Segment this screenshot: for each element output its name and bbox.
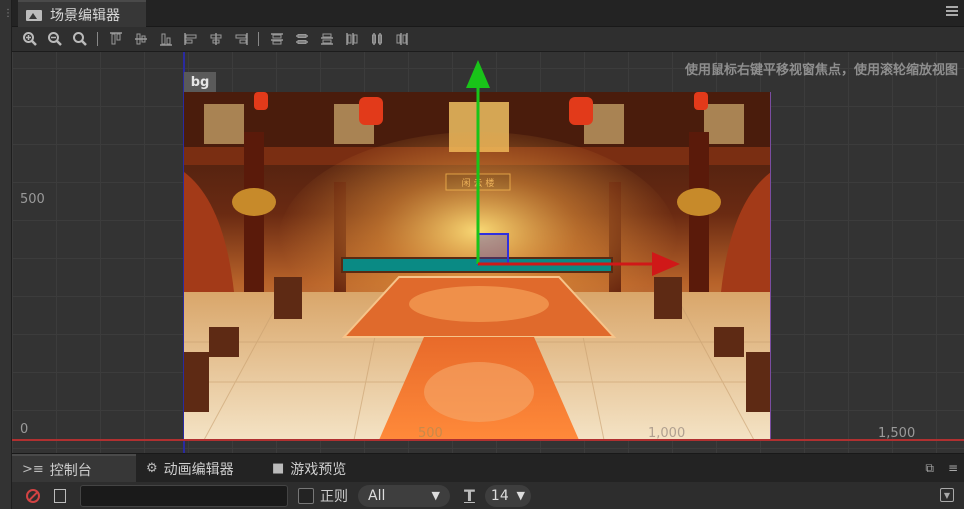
align-top-icon[interactable] xyxy=(106,29,126,49)
x-axis-label-500: 500 xyxy=(418,426,443,441)
align-bottom-icon[interactable] xyxy=(156,29,176,49)
zoom-in-icon[interactable] xyxy=(20,29,40,49)
align-hcenter-icon[interactable] xyxy=(206,29,226,49)
video-camera-icon: ■ xyxy=(272,461,285,476)
clear-console-icon[interactable] xyxy=(26,488,40,503)
font-size-icon: T xyxy=(464,486,475,505)
tab-console[interactable]: >≡ 控制台 xyxy=(12,454,136,483)
tab-game-preview[interactable]: ■ 游戏预览 xyxy=(262,454,356,483)
transform-gizmo[interactable] xyxy=(12,52,964,453)
align-vcenter-icon[interactable] xyxy=(131,29,151,49)
tab-scene-editor-label: 场景编辑器 xyxy=(50,7,120,24)
gizmo-x-arrow xyxy=(652,252,680,276)
distribute-bottom-icon[interactable] xyxy=(317,29,337,49)
bottom-tabbar: >≡ 控制台 ⚙ 动画编辑器 ■ 游戏预览 ⧉ ≡ xyxy=(12,453,964,483)
zoom-reset-icon[interactable] xyxy=(70,29,90,49)
scene-hint-text: 使用鼠标右键平移视窗焦点，使用滚轮缩放视图 xyxy=(684,63,958,78)
distribute-top-icon[interactable] xyxy=(267,29,287,49)
regex-checkbox[interactable] xyxy=(298,487,314,504)
tab-animation-editor[interactable]: ⚙ 动画编辑器 xyxy=(136,454,244,483)
scene-tabbar: 场景编辑器 xyxy=(12,0,964,27)
distribute-vcenter-icon[interactable] xyxy=(292,29,312,49)
distribute-hcenter-icon[interactable] xyxy=(367,29,387,49)
scroll-to-bottom-icon[interactable]: ▼ xyxy=(940,488,954,502)
log-level-value: All xyxy=(368,487,386,504)
tab-scene-editor[interactable]: 场景编辑器 xyxy=(18,0,146,27)
distribute-left-icon[interactable] xyxy=(342,29,362,49)
scene-toolbar xyxy=(12,27,964,52)
bottom-panel-controls: ⧉ ≡ xyxy=(925,461,958,476)
open-log-file-icon[interactable] xyxy=(54,488,66,503)
console-search-input[interactable] xyxy=(80,484,288,507)
chevron-down-icon: ▼ xyxy=(516,489,525,502)
font-size-value: 14 xyxy=(490,487,509,504)
y-axis-label-500: 500 xyxy=(20,192,45,207)
animation-icon: ⚙ xyxy=(146,461,158,476)
distribute-right-icon[interactable] xyxy=(392,29,412,49)
left-panel-strip: ⋮ xyxy=(0,0,13,509)
align-left-icon[interactable] xyxy=(181,29,201,49)
y-axis-label-0: 0 xyxy=(20,422,29,437)
tab-animation-label: 动画编辑器 xyxy=(163,461,234,478)
toolbar-divider xyxy=(97,32,98,46)
font-size-select[interactable]: 14 ▼ xyxy=(484,484,531,507)
align-right-icon[interactable] xyxy=(231,29,251,49)
console-icon: >≡ xyxy=(22,462,44,477)
log-level-select[interactable]: All ▼ xyxy=(358,484,450,507)
tab-console-label: 控制台 xyxy=(49,462,92,479)
editor-root: ⋮ 场景编辑器 bg 使用鼠标右键平移视窗焦点，使用滚轮缩放视图 500 0 5… xyxy=(0,0,964,509)
toolbar-divider xyxy=(258,32,259,46)
scene-viewport[interactable]: bg 使用鼠标右键平移视窗焦点，使用滚轮缩放视图 500 0 500 1,000… xyxy=(12,52,964,453)
console-toolbar: 正则 All ▼ T 14 ▼ ▼ xyxy=(12,482,964,509)
chevron-down-icon: ▼ xyxy=(431,489,440,502)
x-axis-label-1000: 1,000 xyxy=(648,426,686,441)
gizmo-y-arrow xyxy=(466,60,490,88)
regex-label: 正则 xyxy=(320,488,348,505)
x-axis-line xyxy=(12,439,964,441)
x-axis-label-1500: 1,500 xyxy=(878,426,916,441)
popout-icon[interactable]: ⧉ xyxy=(925,461,934,476)
scene-image-icon xyxy=(26,8,44,22)
zoom-out-icon[interactable] xyxy=(45,29,65,49)
bottom-menu-icon[interactable]: ≡ xyxy=(948,461,958,476)
gizmo-center-handle xyxy=(477,233,509,265)
panel-menu-icon[interactable] xyxy=(946,6,958,18)
tab-preview-label: 游戏预览 xyxy=(290,461,347,478)
